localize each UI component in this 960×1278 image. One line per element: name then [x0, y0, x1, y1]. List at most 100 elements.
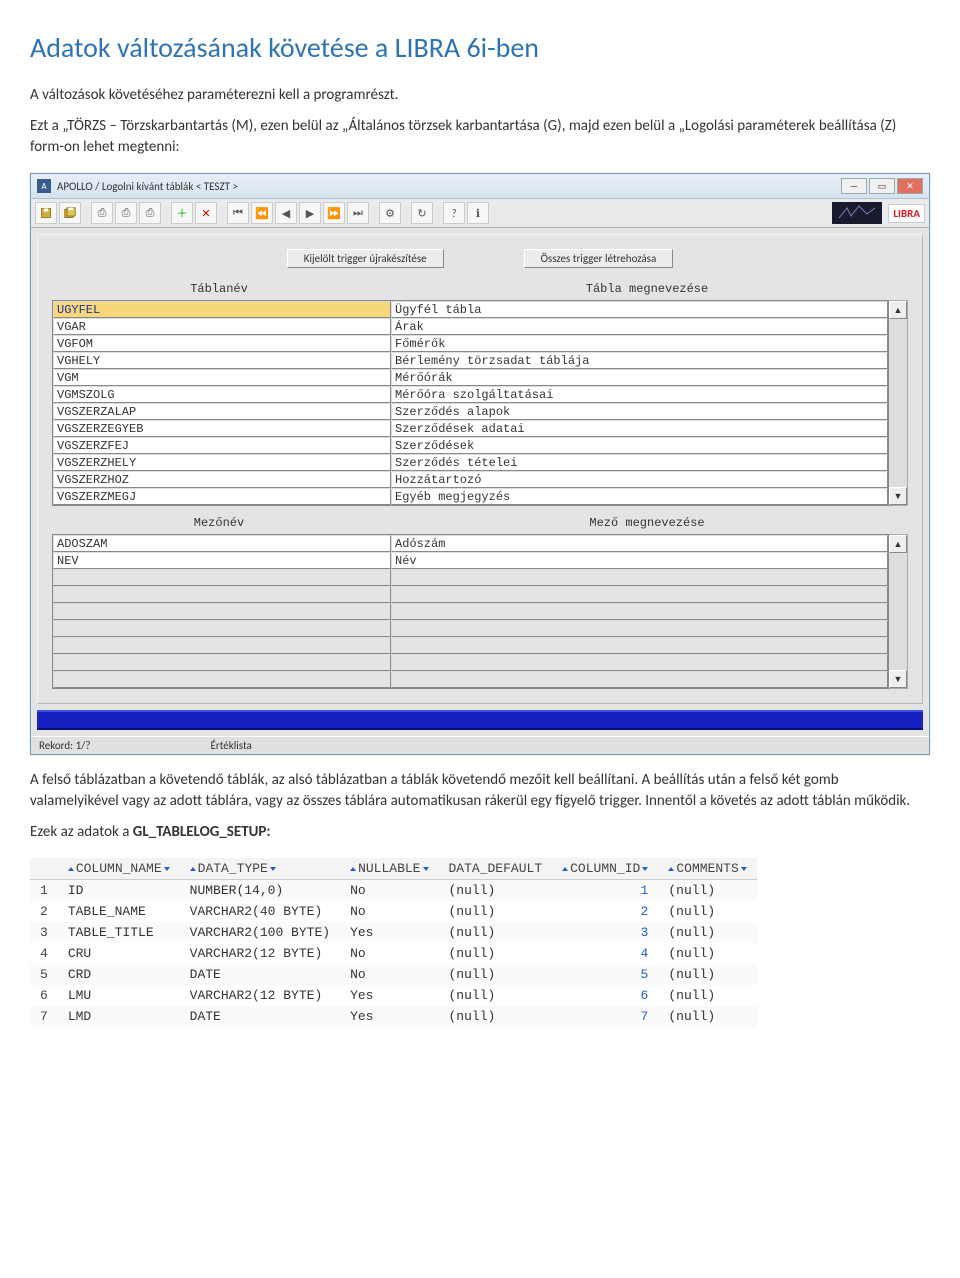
- schema-nullable: No: [340, 943, 438, 964]
- cell-tablename[interactable]: VGMSZOLG: [53, 386, 391, 403]
- cell-tablename[interactable]: VGHELY: [53, 352, 391, 369]
- fields-scrollbar[interactable]: ▲ ▼: [889, 534, 908, 689]
- table-row[interactable]: VGSZERZFEJSzerződések: [53, 437, 888, 454]
- cell-tabledesc[interactable]: Egyéb megjegyzés: [391, 488, 888, 505]
- cell-fielddesc[interactable]: Név: [391, 552, 888, 569]
- maximize-button[interactable]: ▭: [869, 178, 895, 194]
- table-row[interactable]: UGYFELÜgyfél tábla: [53, 301, 888, 318]
- last-icon[interactable]: ⏭: [347, 202, 369, 224]
- close-button[interactable]: ✕: [897, 178, 923, 194]
- cell-tablename[interactable]: VGSZERZALAP: [53, 403, 391, 420]
- refresh-icon[interactable]: ↻: [411, 202, 433, 224]
- cell-tablename[interactable]: VGAR: [53, 318, 391, 335]
- table-row[interactable]: VGMSZOLGMérőóra szolgáltatásai: [53, 386, 888, 403]
- cell-tablename[interactable]: VGM: [53, 369, 391, 386]
- print-icon[interactable]: ⎙: [91, 202, 113, 224]
- cell-tabledesc[interactable]: Ügyfél tábla: [391, 301, 888, 318]
- cell-fieldname[interactable]: NEV: [53, 552, 391, 569]
- schema-nullable: No: [340, 964, 438, 985]
- cell-tabledesc[interactable]: Főmérők: [391, 335, 888, 352]
- help-icon[interactable]: ?: [443, 202, 465, 224]
- cell-tablename[interactable]: VGSZERZHELY: [53, 454, 391, 471]
- schema-name: GL_TABLELOG_SETUP:: [133, 823, 271, 841]
- schema-default: (null): [439, 922, 553, 943]
- print-preview-icon[interactable]: ⎙: [139, 202, 161, 224]
- table-row[interactable]: VGSZERZHELYSzerződés tételei: [53, 454, 888, 471]
- schema-nullable: Yes: [340, 985, 438, 1006]
- status-record: Rekord: 1/?: [39, 739, 91, 752]
- next-page-icon[interactable]: ⏩: [323, 202, 345, 224]
- cell-fieldname[interactable]: ADOSZAM: [53, 535, 391, 552]
- schema-col-column-name[interactable]: COLUMN_NAME: [58, 858, 180, 880]
- create-all-triggers-button[interactable]: Összes trigger létrehozása: [524, 249, 674, 268]
- table-row[interactable]: VGSZERZHOZHozzátartozó: [53, 471, 888, 488]
- schema-nullable: Yes: [340, 1006, 438, 1027]
- schema-row: 4CRUVARCHAR2(12 BYTE)No(null)4(null): [30, 943, 757, 964]
- schema-col-data-default[interactable]: DATA_DEFAULT: [439, 858, 553, 880]
- scroll-down-icon[interactable]: ▼: [889, 487, 907, 505]
- first-icon[interactable]: ⏮: [227, 202, 249, 224]
- schema-rownum: 6: [30, 985, 58, 1006]
- table-row[interactable]: VGSZERZMEGJEgyéb megjegyzés: [53, 488, 888, 505]
- schema-row: 3TABLE_TITLEVARCHAR2(100 BYTE)Yes(null)3…: [30, 922, 757, 943]
- cell-tabledesc[interactable]: Szerződés alapok: [391, 403, 888, 420]
- cell-tabledesc[interactable]: Bérlemény törzsadat táblája: [391, 352, 888, 369]
- print-setup-icon[interactable]: ⎙: [115, 202, 137, 224]
- save-icon[interactable]: [35, 202, 57, 224]
- cell-tabledesc[interactable]: Árak: [391, 318, 888, 335]
- cell-fielddesc: [391, 620, 888, 637]
- cell-tablename[interactable]: VGSZERZHOZ: [53, 471, 391, 488]
- cell-tabledesc[interactable]: Mérőórák: [391, 369, 888, 386]
- schema-column-id: 3: [552, 922, 658, 943]
- table-row[interactable]: VGFOMFőmérők: [53, 335, 888, 352]
- schema-col-comments[interactable]: COMMENTS: [658, 858, 756, 880]
- cell-fieldname: [53, 671, 391, 688]
- table-row[interactable]: ADOSZAMAdószám: [53, 535, 888, 552]
- cell-tabledesc[interactable]: Hozzátartozó: [391, 471, 888, 488]
- cell-tablename[interactable]: UGYFEL: [53, 301, 391, 318]
- next-icon[interactable]: ▶: [299, 202, 321, 224]
- fields-grid[interactable]: ADOSZAMAdószámNEVNév: [52, 534, 889, 689]
- cell-tabledesc[interactable]: Szerződések adatai: [391, 420, 888, 437]
- execute-icon[interactable]: ⚙: [379, 202, 401, 224]
- schema-col-nullable[interactable]: NULLABLE: [340, 858, 438, 880]
- table-row: [53, 654, 888, 671]
- regenerate-trigger-button[interactable]: Kijelölt trigger újrakészítése: [287, 249, 444, 268]
- cell-tabledesc[interactable]: Szerződés tételei: [391, 454, 888, 471]
- table-row[interactable]: NEVNév: [53, 552, 888, 569]
- table-row[interactable]: VGSZERZALAPSzerződés alapok: [53, 403, 888, 420]
- schema-column-name: TABLE_NAME: [58, 901, 180, 922]
- cell-tablename[interactable]: VGSZERZFEJ: [53, 437, 391, 454]
- schema-col-data-type[interactable]: DATA_TYPE: [180, 858, 340, 880]
- tables-scrollbar[interactable]: ▲ ▼: [889, 300, 908, 506]
- schema-nullable: No: [340, 901, 438, 922]
- cell-tablename[interactable]: VGFOM: [53, 335, 391, 352]
- cell-tabledesc[interactable]: Szerződések: [391, 437, 888, 454]
- schema-default: (null): [439, 985, 553, 1006]
- schema-col-column-id[interactable]: COLUMN_ID: [552, 858, 658, 880]
- minimize-button[interactable]: —: [841, 178, 867, 194]
- schema-column-name: CRD: [58, 964, 180, 985]
- insert-icon[interactable]: ＋: [171, 202, 193, 224]
- cell-tablename[interactable]: VGSZERZMEGJ: [53, 488, 391, 505]
- scroll-down-icon[interactable]: ▼: [889, 670, 907, 688]
- table-row[interactable]: VGMMérőórák: [53, 369, 888, 386]
- scroll-up-icon[interactable]: ▲: [889, 535, 907, 553]
- prev-page-icon[interactable]: ⏪: [251, 202, 273, 224]
- tables-grid[interactable]: UGYFELÜgyfél táblaVGARÁrakVGFOMFőmérőkVG…: [52, 300, 889, 506]
- table-row[interactable]: VGARÁrak: [53, 318, 888, 335]
- scroll-up-icon[interactable]: ▲: [889, 301, 907, 319]
- schema-rownum: 1: [30, 880, 58, 902]
- prev-icon[interactable]: ◀: [275, 202, 297, 224]
- cell-tabledesc[interactable]: Mérőóra szolgáltatásai: [391, 386, 888, 403]
- table-row[interactable]: VGHELYBérlemény törzsadat táblája: [53, 352, 888, 369]
- window-titlebar[interactable]: A APOLLO / Logolni kívánt táblák < TESZT…: [31, 174, 929, 199]
- schema-default: (null): [439, 1006, 553, 1027]
- info-icon[interactable]: ℹ: [467, 202, 489, 224]
- save-all-icon[interactable]: [59, 202, 81, 224]
- cell-tablename[interactable]: VGSZERZEGYEB: [53, 420, 391, 437]
- table-row[interactable]: VGSZERZEGYEBSzerződések adatai: [53, 420, 888, 437]
- delete-icon[interactable]: ✕: [195, 202, 217, 224]
- cell-fielddesc[interactable]: Adószám: [391, 535, 888, 552]
- app-icon: A: [37, 179, 51, 193]
